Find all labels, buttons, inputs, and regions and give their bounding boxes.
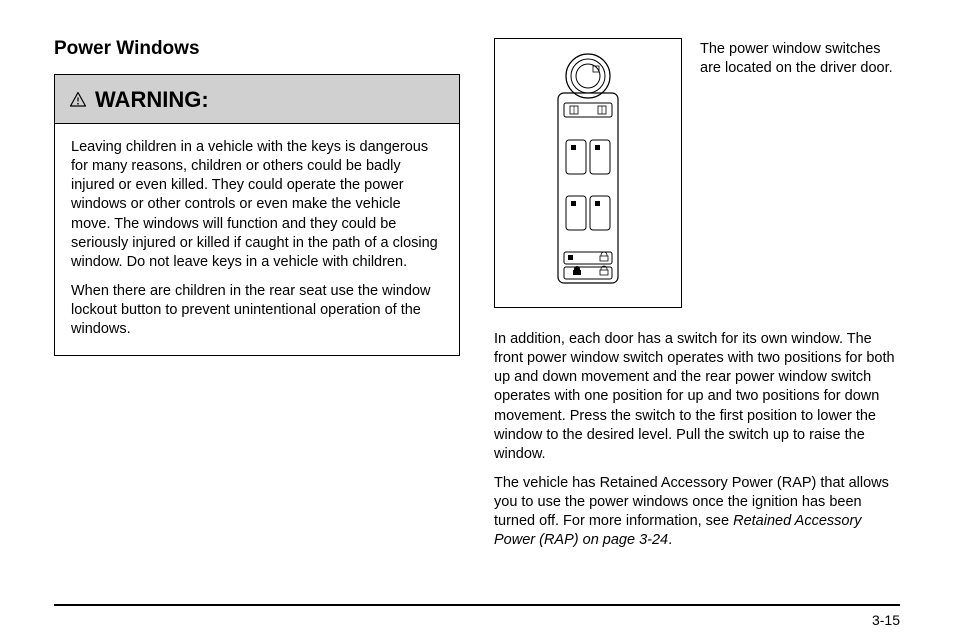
body-paragraph: The vehicle has Retained Accessory Power… (494, 474, 900, 551)
warning-body: Leaving children in a vehicle with the k… (55, 124, 459, 355)
warning-paragraph: When there are children in the rear seat… (71, 282, 443, 339)
warning-header: WARNING: (55, 75, 459, 124)
footer-rule (54, 604, 900, 606)
section-heading: Power Windows (54, 38, 460, 60)
page-number: 3-15 (872, 612, 900, 628)
warning-title: WARNING: (95, 87, 209, 113)
warning-box: WARNING: Leaving children in a vehicle w… (54, 74, 460, 356)
right-column: The power window switches are located on… (494, 38, 900, 560)
warning-paragraph: Leaving children in a vehicle with the k… (71, 138, 443, 272)
switch-panel-figure (494, 38, 682, 308)
body-text-run: . (668, 532, 672, 548)
body-text: In addition, each door has a switch for … (494, 330, 900, 550)
figure-caption: The power window switches are located on… (700, 38, 900, 78)
body-paragraph: In addition, each door has a switch for … (494, 330, 900, 464)
warning-triangle-icon (69, 91, 87, 109)
page-content: Power Windows WARNING: Leaving children … (0, 0, 954, 560)
figure-row: The power window switches are located on… (494, 38, 900, 308)
page-footer: 3-15 (54, 604, 900, 606)
switch-panel-illustration (538, 48, 638, 298)
left-column: Power Windows WARNING: Leaving children … (54, 38, 460, 560)
